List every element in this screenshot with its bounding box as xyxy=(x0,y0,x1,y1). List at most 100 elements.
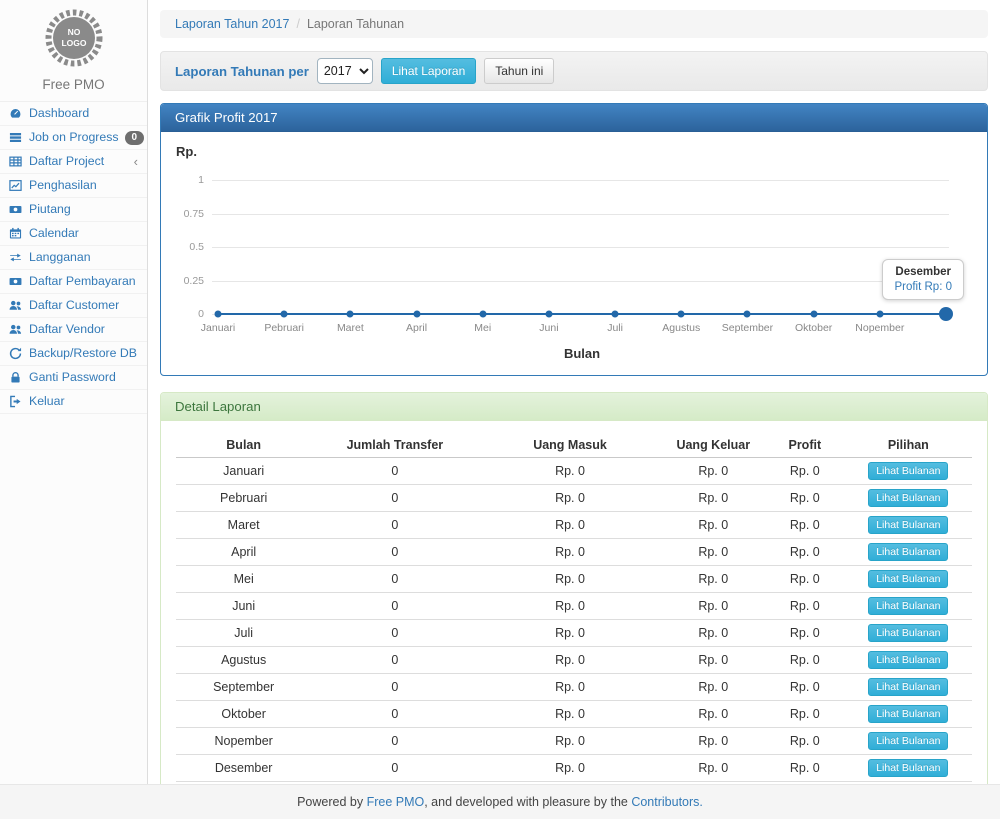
table-cell: Desember xyxy=(176,754,311,781)
y-axis-title: Rp. xyxy=(176,144,972,159)
sidebar-item-job-on-progress[interactable]: Job on Progress0 xyxy=(0,126,147,150)
table-cell: Rp. 0 xyxy=(478,511,661,538)
money-icon xyxy=(9,203,23,217)
users-icon xyxy=(9,299,23,313)
chevron-left-icon: ‹ xyxy=(134,156,138,168)
chart-point[interactable] xyxy=(545,311,552,318)
chart-line xyxy=(218,313,946,315)
chart-point[interactable] xyxy=(347,311,354,318)
sidebar-item-langganan[interactable]: Langganan xyxy=(0,246,147,270)
this-year-button[interactable]: Tahun ini xyxy=(484,58,554,84)
table-cell-action: Lihat Bulanan xyxy=(845,565,972,592)
report-table: BulanJumlah TransferUang MasukUang Kelua… xyxy=(176,433,972,805)
view-monthly-button[interactable]: Lihat Bulanan xyxy=(868,462,948,480)
footer-text-middle: , and developed with pleasure by the xyxy=(424,795,631,809)
table-cell: 0 xyxy=(311,754,478,781)
view-monthly-button[interactable]: Lihat Bulanan xyxy=(868,597,948,615)
chart-point[interactable] xyxy=(479,311,486,318)
count-badge: 0 xyxy=(125,131,145,145)
calendar-icon xyxy=(9,227,23,241)
view-monthly-button[interactable]: Lihat Bulanan xyxy=(868,543,948,561)
sidebar-item-calendar[interactable]: Calendar xyxy=(0,222,147,246)
view-monthly-button[interactable]: Lihat Bulanan xyxy=(868,624,948,642)
table-cell-action: Lihat Bulanan xyxy=(845,538,972,565)
sidebar-item-daftar-pembayaran[interactable]: Daftar Pembayaran xyxy=(0,270,147,294)
x-tick-label: Agustus xyxy=(662,322,700,334)
view-monthly-button[interactable]: Lihat Bulanan xyxy=(868,678,948,696)
table-cell: Rp. 0 xyxy=(765,727,845,754)
x-tick-label: Oktober xyxy=(795,322,832,334)
tooltip-title: Desember xyxy=(894,266,952,278)
table-cell: Rp. 0 xyxy=(662,538,765,565)
chart-point[interactable] xyxy=(413,311,420,318)
table-row: Juni0Rp. 0Rp. 0Rp. 0Lihat Bulanan xyxy=(176,592,972,619)
column-header-bulan: Bulan xyxy=(176,433,311,457)
table-cell: Rp. 0 xyxy=(765,457,845,484)
table-cell: Januari xyxy=(176,457,311,484)
breadcrumb-link[interactable]: Laporan Tahun 2017 xyxy=(175,17,289,31)
line-chart-icon xyxy=(9,179,23,193)
sidebar-item-label: Keluar xyxy=(29,394,65,409)
sidebar-item-daftar-vendor[interactable]: Daftar Vendor xyxy=(0,318,147,342)
table-cell: Rp. 0 xyxy=(478,700,661,727)
sidebar-item-daftar-customer[interactable]: Daftar Customer xyxy=(0,294,147,318)
sidebar-item-dashboard[interactable]: Dashboard xyxy=(0,102,147,126)
view-report-button[interactable]: Lihat Laporan xyxy=(381,58,476,84)
y-tick-label: 1 xyxy=(176,174,204,186)
x-tick-label: Nopember xyxy=(855,322,904,334)
table-cell: Rp. 0 xyxy=(478,538,661,565)
x-tick-label: Juni xyxy=(539,322,558,334)
view-monthly-button[interactable]: Lihat Bulanan xyxy=(868,516,948,534)
sidebar-item-label: Calendar xyxy=(29,226,79,241)
sidebar-item-ganti-password[interactable]: Ganti Password xyxy=(0,366,147,390)
view-monthly-button[interactable]: Lihat Bulanan xyxy=(868,705,948,723)
table-cell-action: Lihat Bulanan xyxy=(845,754,972,781)
view-monthly-button[interactable]: Lihat Bulanan xyxy=(868,759,948,777)
view-monthly-button[interactable]: Lihat Bulanan xyxy=(868,570,948,588)
detail-panel-body: BulanJumlah TransferUang MasukUang Kelua… xyxy=(161,421,987,813)
sidebar-item-penghasilan[interactable]: Penghasilan xyxy=(0,174,147,198)
table-icon xyxy=(9,155,23,169)
chart-point[interactable] xyxy=(281,311,288,318)
chart-point-selected[interactable] xyxy=(939,307,953,321)
view-monthly-button[interactable]: Lihat Bulanan xyxy=(868,489,948,507)
sidebar-item-keluar[interactable]: Keluar xyxy=(0,390,147,414)
table-cell: Rp. 0 xyxy=(662,565,765,592)
sidebar: NO LOGO Free PMO DashboardJob on Progres… xyxy=(0,0,148,784)
chart-point[interactable] xyxy=(744,311,751,318)
chart-point[interactable] xyxy=(810,311,817,318)
table-cell-action: Lihat Bulanan xyxy=(845,511,972,538)
retweet-icon xyxy=(9,251,23,265)
year-select[interactable]: 2017 xyxy=(317,58,373,84)
lock-icon xyxy=(9,371,23,385)
table-header-row: BulanJumlah TransferUang MasukUang Kelua… xyxy=(176,433,972,457)
sidebar-item-piutang[interactable]: Piutang xyxy=(0,198,147,222)
table-cell-action: Lihat Bulanan xyxy=(845,484,972,511)
table-cell: Rp. 0 xyxy=(765,646,845,673)
view-monthly-button[interactable]: Lihat Bulanan xyxy=(868,651,948,669)
table-cell: Rp. 0 xyxy=(765,700,845,727)
table-cell: Rp. 0 xyxy=(478,646,661,673)
detail-report-panel: Detail Laporan BulanJumlah TransferUang … xyxy=(160,392,988,814)
column-header-pilihan: Pilihan xyxy=(845,433,972,457)
table-cell: 0 xyxy=(311,511,478,538)
table-cell: Rp. 0 xyxy=(765,592,845,619)
sidebar-item-label: Dashboard xyxy=(29,106,89,121)
table-cell: 0 xyxy=(311,457,478,484)
contributors-link[interactable]: Contributors. xyxy=(631,795,703,809)
view-monthly-button[interactable]: Lihat Bulanan xyxy=(868,732,948,750)
chart-point[interactable] xyxy=(612,311,619,318)
table-cell: Rp. 0 xyxy=(765,484,845,511)
chart-point[interactable] xyxy=(678,311,685,318)
chart-point[interactable] xyxy=(215,311,222,318)
table-cell: Rp. 0 xyxy=(478,565,661,592)
sidebar-item-daftar-project[interactable]: Daftar Project‹ xyxy=(0,150,147,174)
y-tick-label: 0.5 xyxy=(176,241,204,253)
y-tick-label: 0.25 xyxy=(176,275,204,287)
table-cell: Rp. 0 xyxy=(662,457,765,484)
free-pmo-link[interactable]: Free PMO xyxy=(367,795,425,809)
footer-text-prefix: Powered by xyxy=(297,795,366,809)
sidebar-item-backup-restore-db[interactable]: Backup/Restore DB xyxy=(0,342,147,366)
chart-point[interactable] xyxy=(876,311,883,318)
brand-name: Free PMO xyxy=(0,77,147,92)
